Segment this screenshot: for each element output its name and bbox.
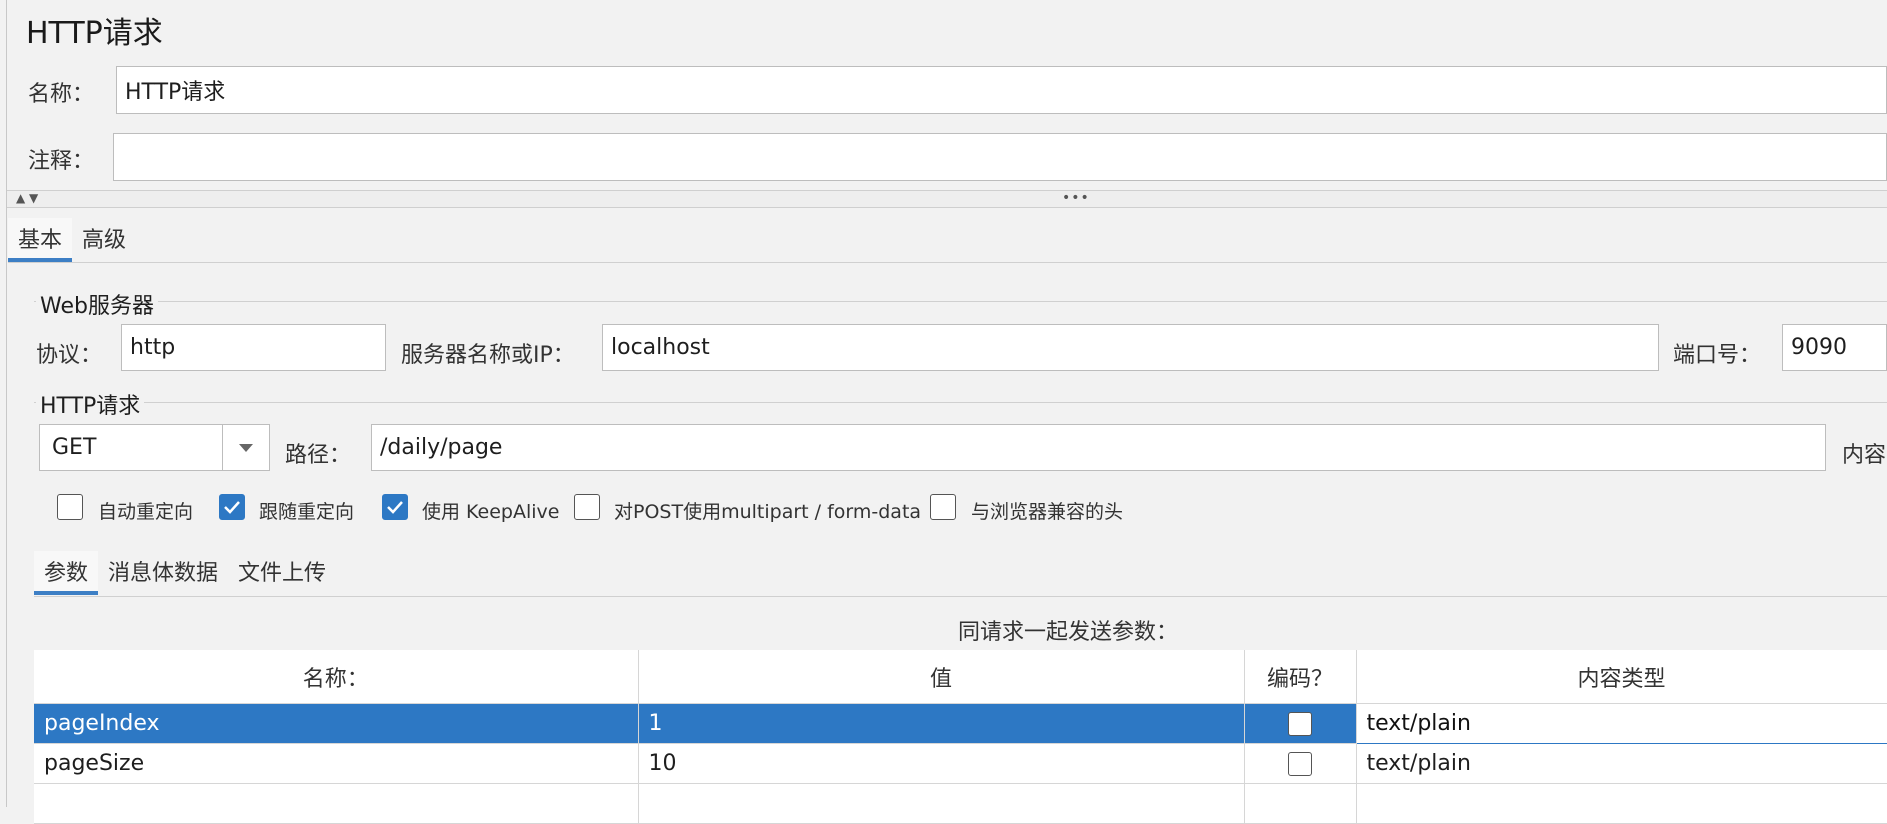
server-input[interactable]: localhost [602,324,1659,371]
param-encode-cell[interactable] [1244,703,1357,744]
protocol-label: 协议： [36,343,103,368]
keepalive-checkbox[interactable] [382,494,408,520]
tab-basic[interactable]: 基本 [8,218,73,262]
left-border [6,0,7,807]
table-header-row: 名称： 值 编码？ 内容类型 [34,650,1887,704]
param-encode-cell[interactable] [1244,743,1357,784]
comment-input[interactable] [113,133,1887,181]
name-label: 名称： [28,82,95,107]
param-value-cell[interactable]: 10 [638,743,1245,784]
empty-cell [34,783,639,824]
empty-cell [638,783,1245,824]
method-value: GET [52,435,97,460]
path-input[interactable]: /daily/page [371,424,1826,471]
multipart-label: 对POST使用multipart / form-data [614,501,922,523]
browser-headers-checkbox[interactable] [930,494,956,520]
params-caption: 同请求一起发送参数： [958,620,1179,645]
multipart-checkbox[interactable] [574,494,600,520]
follow-redirect-label: 跟随重定向 [259,501,355,523]
path-label: 路径： [285,443,352,468]
main-tabs: 基本 高级 [8,218,136,262]
web-server-group-line [34,301,1887,302]
tab-body-data[interactable]: 消息体数据 [98,551,228,591]
server-input-value: localhost [611,335,710,360]
auto-redirect-label: 自动重定向 [98,501,194,523]
param-name-cell[interactable]: pageIndex [34,703,639,744]
column-header-value[interactable]: 值 [638,650,1245,704]
web-server-section-title: Web服务器 [36,288,158,320]
splitter-bar[interactable] [7,190,1887,208]
encode-checkbox[interactable] [1288,711,1312,736]
sub-tabs: 参数 消息体数据 文件上传 [34,551,336,595]
port-label: 端口号： [1673,343,1762,368]
name-input-value: HTTP请求 [125,80,226,105]
tab-parameters[interactable]: 参数 [34,551,99,595]
path-input-value: /daily/page [380,435,503,460]
empty-cell [1356,783,1887,824]
port-input[interactable]: 9090 [1782,324,1887,371]
param-value-cell[interactable]: 1 [638,703,1245,744]
port-input-value: 9090 [1791,335,1847,360]
method-select[interactable]: GET [39,424,270,471]
tab-advanced[interactable]: 高级 [72,218,136,258]
content-encoding-label: 内容 [1842,443,1887,468]
param-content-type-cell[interactable]: text/plain [1356,743,1887,784]
follow-redirect-checkbox[interactable] [219,494,245,520]
tab-file-upload[interactable]: 文件上传 [228,551,336,591]
column-header-encode[interactable]: 编码？ [1244,650,1357,704]
protocol-input[interactable]: http [121,324,386,371]
collapse-arrows-icon[interactable]: ▲ ▼ [16,191,38,205]
server-label: 服务器名称或IP： [401,343,575,368]
check-icon [387,501,403,514]
column-header-name[interactable]: 名称： [34,650,639,704]
auto-redirect-checkbox[interactable] [57,494,83,520]
protocol-input-value: http [130,335,176,360]
keepalive-label: 使用 KeepAlive [422,501,560,523]
table-row-empty [34,783,1887,824]
encode-checkbox[interactable] [1288,751,1312,776]
param-content-type-cell[interactable]: text/plain [1355,703,1887,744]
table-row[interactable]: pageIndex 1 text/plain [34,703,1887,744]
check-icon [224,501,240,514]
name-input[interactable]: HTTP请求 [116,66,1887,114]
empty-cell [1244,783,1357,824]
dropdown-arrow-icon[interactable] [222,425,269,470]
grip-icon[interactable]: ••• [1062,190,1090,206]
browser-headers-label: 与浏览器兼容的头 [971,501,1124,523]
tabs-divider [8,262,1887,263]
page-title: HTTP请求 [26,16,163,51]
http-request-group-line [34,402,1887,403]
comment-label: 注释： [28,149,95,174]
parameters-table: 名称： 值 编码？ 内容类型 pageIndex 1 text/plain pa… [34,650,1887,824]
table-row[interactable]: pageSize 10 text/plain [34,743,1887,784]
sub-tabs-divider [34,596,1887,597]
column-header-content-type[interactable]: 内容类型 [1356,650,1887,704]
http-request-section-title: HTTP请求 [36,388,145,420]
param-name-cell[interactable]: pageSize [34,743,639,784]
